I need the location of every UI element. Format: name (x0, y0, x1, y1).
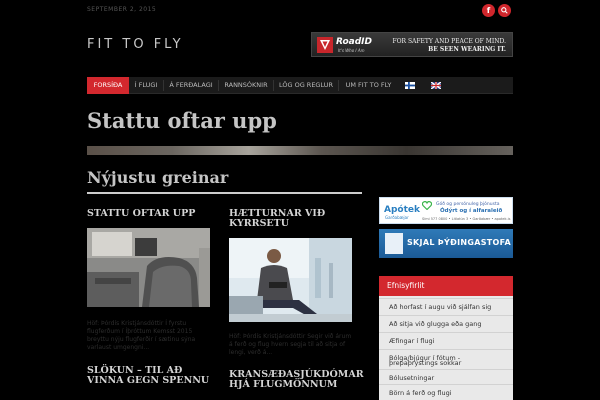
finland-flag-icon[interactable] (405, 82, 415, 89)
skjal-ad[interactable]: SKJAL ÞÝÐINGASTOFA (379, 229, 513, 258)
hero-image[interactable] (87, 146, 513, 155)
facebook-icon[interactable]: f (482, 4, 495, 17)
apotek-ad-line-3: Sími 577 0800 • Litlatún 3 • Garðabær • … (422, 217, 511, 221)
toc-item[interactable]: þrepaþrýstings sokkar (379, 358, 513, 368)
toc-item[interactable]: Bólusetningar (379, 369, 513, 384)
section-title-latest: Nýjustu greinar (87, 168, 229, 187)
apotek-ad-name: Apótek (384, 205, 420, 215)
apotek-ad[interactable]: Apótek Garðabæjar Góð og persónuleg þjón… (379, 197, 513, 224)
apotek-ad-sub: Garðabæjar (385, 215, 409, 220)
apotek-ad-line-2: Ódýrt og í alfaraleið (440, 208, 503, 214)
post-image-airplane-seat[interactable] (87, 228, 210, 307)
toc-item[interactable]: Að horfast í augu við sjálfan sig (379, 298, 513, 315)
post-image-airport-man[interactable] (229, 238, 352, 322)
toc-item[interactable]: Að sitja við glugga eða gang (379, 315, 513, 332)
site-logo[interactable]: FIT TO FLY (87, 37, 184, 52)
roadid-logo-icon (317, 37, 333, 53)
post-title[interactable]: SLÖKUN – TIL AÐ VINNA GEGN SPENNU (87, 366, 212, 386)
post-excerpt: Höf: Þórdís Kristjánsdóttir Segir við ár… (229, 333, 352, 356)
nav-item-log-og-reglur[interactable]: LÖG OG REGLUR (276, 77, 336, 94)
nav-separator (273, 80, 274, 91)
nav-item-forsida[interactable]: FORSÍÐA (87, 77, 129, 94)
nav-item-um-fit-to-fly[interactable]: UM FIT TO FLY (341, 77, 396, 94)
nav-separator (218, 80, 219, 91)
nav-separator (338, 80, 339, 91)
toc-widget: Efnisyfirlit Að horfast í augu við sjálf… (379, 276, 513, 400)
toc-item[interactable]: Börn á ferð og flugi (379, 384, 513, 400)
post-title[interactable]: HÆTTURNAR VIÐ KYRRSETU (229, 209, 354, 229)
nav-item-rannsoknir[interactable]: RANNSÓKNIR (221, 77, 271, 94)
skjal-ad-text: SKJAL ÞÝÐINGASTOFA (407, 238, 511, 247)
document-icon (385, 233, 403, 254)
roadid-banner-ad[interactable]: RoadID It's Who I Am FOR SAFETY AND PEAC… (311, 32, 513, 57)
nav-separator (163, 80, 164, 91)
toc-item[interactable]: Æfingar í flugi (379, 332, 513, 349)
apotek-ad-line-1: Góð og persónuleg þjónusta (436, 202, 500, 207)
section-divider (87, 192, 362, 194)
banner-line-2: BE SEEN WEARING IT. (428, 46, 506, 53)
banner-tagline: It's Who I Am (338, 48, 365, 53)
post-title[interactable]: STATTU OFTAR UPP (87, 209, 212, 219)
hero-title[interactable]: Stattu oftar upp (87, 108, 277, 133)
post-excerpt: Höf: Þórdís Kristjánsdóttir Í fyrstu flu… (87, 320, 196, 351)
heart-icon (422, 201, 432, 210)
banner-brand: RoadID (336, 37, 372, 47)
main-nav: FORSÍÐA Í FLUGI Á FERÐALAGI RANNSÓKNIR L… (87, 77, 513, 94)
uk-flag-icon[interactable] (431, 82, 441, 89)
top-bar: SEPTEMBER 2, 2015 f (0, 0, 600, 22)
nav-item-a-ferdalagi[interactable]: Á FERÐALAGI (166, 77, 216, 94)
nav-item-i-flugi[interactable]: Í FLUGI (131, 77, 161, 94)
header-date: SEPTEMBER 2, 2015 (87, 6, 157, 13)
search-icon[interactable] (498, 4, 511, 17)
post-title[interactable]: KRANSÆÐASJÚKDÓMAR HJÁ FLUGMÖNNUM (229, 370, 364, 390)
banner-line-1: FOR SAFETY AND PEACE OF MIND. (392, 38, 506, 45)
toc-heading: Efnisyfirlit (379, 276, 513, 296)
